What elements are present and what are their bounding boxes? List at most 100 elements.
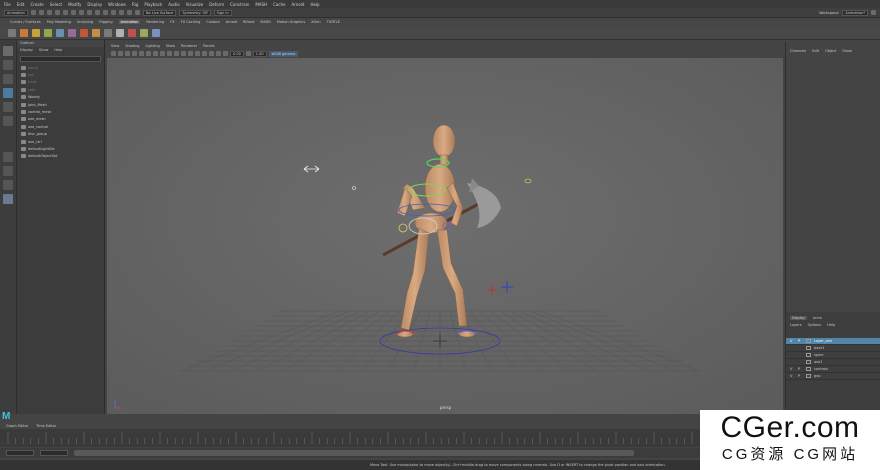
new-scene-icon[interactable] [30, 10, 36, 15]
key-translate-icon[interactable] [20, 28, 28, 37]
exposure-field[interactable]: 0.00 [230, 50, 244, 57]
menu-cache[interactable]: Cache [273, 2, 285, 7]
start-frame-field[interactable] [6, 450, 34, 456]
joint-icon[interactable] [116, 28, 124, 37]
viewport-menu-lighting[interactable]: Lighting [146, 44, 160, 48]
layer-row[interactable]: spine [786, 352, 880, 359]
shelf-tab-bifrost[interactable]: Bifrost [243, 20, 254, 24]
layer-row[interactable]: V Pcontrols [786, 366, 880, 373]
shelf-tab-poly-modeling[interactable]: Poly Modeling [47, 20, 71, 24]
layer-row[interactable]: V P Layer_aim [786, 338, 880, 345]
outliner-menu-display[interactable]: Display [20, 47, 33, 54]
shelf-tab-arnold[interactable]: Arnold [226, 20, 237, 24]
single-view-icon[interactable] [3, 152, 13, 162]
gamma-icon[interactable] [245, 51, 251, 56]
outliner-item[interactable]: Joint_Mesh [17, 101, 104, 108]
viewport-3d[interactable]: persp [107, 58, 783, 414]
layout-a-icon[interactable] [3, 180, 13, 190]
menu-edit[interactable]: Edit [17, 2, 25, 7]
shelf-tab-fx-caching[interactable]: FX Caching [181, 20, 201, 24]
key-scale-icon[interactable] [44, 28, 52, 37]
lasso-tool-icon[interactable] [3, 60, 13, 70]
ik-handle-icon[interactable] [128, 28, 136, 37]
smooth-shade-icon[interactable] [188, 51, 193, 56]
tab-anim[interactable]: Anim [813, 316, 822, 320]
tab-graph-editor[interactable]: Graph Editor [6, 424, 28, 428]
shelf-tab-animation[interactable]: Animation [118, 20, 141, 24]
outliner-item[interactable]: defaultObjectSet [17, 153, 104, 160]
settings-icon[interactable] [871, 10, 876, 15]
playblast-icon[interactable] [92, 28, 100, 37]
outliner-item[interactable]: front [17, 79, 104, 86]
four-view-icon[interactable] [3, 166, 13, 176]
menu-deform[interactable]: Deform [209, 2, 224, 7]
shelf-tab-fx[interactable]: FX [170, 20, 174, 24]
menu-mash[interactable]: MASH [255, 2, 267, 7]
shelf-tab-mash[interactable]: MASH [260, 20, 270, 24]
scale-tool-icon[interactable] [3, 116, 13, 126]
shelf-tab-sculpting[interactable]: Sculpting [77, 20, 93, 24]
shelf-tab-custom[interactable]: Custom [206, 20, 219, 24]
channel-menu-channels[interactable]: Channels [790, 49, 806, 53]
camera-icon[interactable] [111, 51, 116, 56]
channel-menu-edit[interactable]: Edit [812, 49, 819, 53]
range-slider-bar[interactable] [74, 450, 634, 456]
shelf-tab-turtle[interactable]: TURTLE [327, 20, 340, 24]
menu-playback[interactable]: Playback [144, 2, 162, 7]
redo-icon[interactable] [62, 10, 68, 15]
channel-menu-object[interactable]: Object [825, 49, 836, 53]
outliner-item[interactable]: axe_control [17, 123, 104, 130]
outliner-item[interactable]: defaultLightSet [17, 145, 104, 152]
constraint-icon[interactable] [152, 28, 160, 37]
render-icon[interactable] [126, 10, 132, 15]
resolution-gate-icon[interactable] [153, 51, 158, 56]
range-start-field[interactable] [40, 450, 68, 456]
mode-dropdown[interactable]: Animation [4, 9, 28, 16]
tab-time-editor[interactable]: Time Editor [36, 424, 56, 428]
shelf-tab-rigging[interactable]: Rigging [99, 20, 112, 24]
skin-bind-icon[interactable] [140, 28, 148, 37]
shelf-tab-rendering[interactable]: Rendering [146, 20, 164, 24]
layer-v-toggle[interactable]: V [790, 339, 795, 343]
layer-color-swatch[interactable] [806, 353, 811, 357]
shelf-tab-motion-graphics[interactable]: Motion Graphics [277, 20, 305, 24]
breakdown-icon[interactable] [56, 28, 64, 37]
outliner-item[interactable]: control_mesh [17, 108, 104, 115]
textured-icon[interactable] [195, 51, 200, 56]
key-rotate-icon[interactable] [32, 28, 40, 37]
layer-menu-layers[interactable]: Layers [790, 323, 802, 327]
bookmark-icon[interactable] [125, 51, 130, 56]
channel-menu-show[interactable]: Show [842, 49, 851, 53]
outliner-search-input[interactable] [20, 56, 101, 62]
layer-row[interactable]: axe1 [786, 359, 880, 366]
select-hierarchy-icon[interactable] [70, 10, 76, 15]
layer-row[interactable]: V Pgeo [786, 373, 880, 380]
layer-p-toggle[interactable]: P [798, 339, 803, 343]
layer-p-toggle[interactable]: P [798, 374, 803, 378]
layer-row[interactable]: base1 [786, 345, 880, 352]
viewport-menu-panels[interactable]: Panels [203, 44, 214, 48]
layer-p-toggle[interactable]: P [798, 367, 803, 371]
viewport-menu-show[interactable]: Show [166, 44, 175, 48]
outliner-item[interactable]: side [17, 86, 104, 93]
film-gate-icon[interactable] [146, 51, 151, 56]
set-key-icon[interactable] [8, 28, 16, 37]
viewport-menu-renderer[interactable]: Renderer [181, 44, 197, 48]
paint-select-icon[interactable] [3, 74, 13, 84]
outliner-item[interactable]: top [17, 71, 104, 78]
menu-visualize[interactable]: Visualize [186, 2, 204, 7]
ipr-render-icon[interactable] [134, 10, 140, 15]
menu-modify[interactable]: Modify [68, 2, 81, 7]
layer-color-swatch[interactable] [806, 339, 811, 343]
viewport-menu-view[interactable]: View [111, 44, 119, 48]
image-plane-icon[interactable] [132, 51, 137, 56]
layer-color-swatch[interactable] [806, 367, 811, 371]
colorspace-dropdown[interactable]: sRGB gamma [268, 50, 299, 57]
safe-action-icon[interactable] [174, 51, 179, 56]
layer-v-toggle[interactable]: V [790, 367, 795, 371]
motion-trail-icon[interactable] [80, 28, 88, 37]
field-chart-icon[interactable] [167, 51, 172, 56]
outliner-item[interactable]: axe_ctrl [17, 138, 104, 145]
shelf-tab-curves-surfaces[interactable]: Curves / Surfaces [10, 20, 41, 24]
outliner-menu-help[interactable]: Help [54, 47, 62, 54]
